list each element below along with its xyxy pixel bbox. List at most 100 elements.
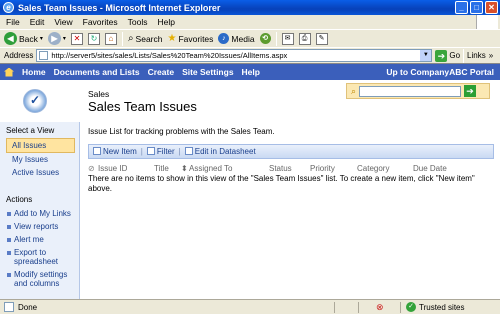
nav-help[interactable]: Help — [242, 67, 260, 77]
home-icon — [4, 67, 14, 77]
address-dropdown-icon[interactable]: ▼ — [420, 50, 432, 61]
links-button[interactable]: Links — [467, 51, 486, 60]
nav-home[interactable]: Home — [22, 67, 46, 77]
main-content: Issue List for tracking problems with th… — [88, 122, 494, 299]
edit-in-datasheet-button[interactable]: Edit in Datasheet — [184, 147, 256, 156]
filter-button[interactable]: Filter — [146, 147, 175, 156]
actions-header: Actions — [6, 195, 33, 204]
page-icon — [39, 51, 49, 60]
bullet-icon — [7, 212, 11, 216]
menu-bar: File Edit View Favorites Tools Help — [0, 15, 500, 29]
popup-blocked-icon: ⊗ — [376, 302, 384, 312]
column-due-date[interactable]: Due Date — [413, 164, 461, 173]
media-button[interactable]: ♪ Media — [218, 33, 255, 44]
menu-view[interactable]: View — [54, 17, 72, 27]
maximize-button[interactable]: □ — [470, 1, 483, 14]
forward-button[interactable]: ▶ ▾ — [47, 32, 66, 45]
view-all-issues[interactable]: All Issues — [6, 138, 75, 153]
address-input[interactable]: http://server5/sites/sales/Lists/Sales%2… — [36, 49, 433, 62]
window-titlebar: e Sales Team Issues - Microsoft Internet… — [0, 0, 500, 15]
action-alert-me[interactable]: Alert me — [0, 233, 79, 246]
close-button[interactable]: ✕ — [485, 1, 498, 14]
media-icon: ♪ — [218, 33, 230, 44]
page-title: Sales Team Issues — [88, 99, 197, 114]
portal-link[interactable]: Up to CompanyABC Portal — [386, 67, 494, 77]
sort-icon: ⬍ — [181, 164, 188, 173]
view-my-issues[interactable]: My Issues — [0, 153, 79, 166]
search-icon: ⌕ — [127, 33, 134, 44]
windows-logo-icon — [476, 15, 498, 29]
nav-documents-and-lists[interactable]: Documents and Lists — [54, 67, 140, 77]
datasheet-icon — [184, 147, 193, 155]
attachment-icon: ⊘ — [88, 164, 95, 173]
action-view-reports[interactable]: View reports — [0, 220, 79, 233]
refresh-icon[interactable]: ↻ — [87, 32, 100, 45]
security-zone: ✓ Trusted sites — [406, 302, 465, 312]
column-headers: ⊘ Issue ID Title ⬍ Assigned To Status Pr… — [88, 163, 494, 174]
menu-favorites[interactable]: Favorites — [83, 17, 118, 27]
column-priority[interactable]: Priority — [310, 164, 357, 173]
mail-icon[interactable]: ✉ — [281, 32, 294, 45]
issues-list-icon — [23, 89, 47, 113]
action-modify-settings[interactable]: Modify settings and columns — [0, 268, 79, 290]
search-button[interactable]: ⌕ Search — [128, 33, 163, 44]
print-icon[interactable]: ⎙ — [298, 32, 311, 45]
browser-toolbar: ◀ Back ▾ ▶ ▾ ✕ ↻ ⌂ ⌕ Search ★ Favorites … — [0, 29, 500, 47]
new-item-icon — [93, 147, 101, 155]
address-url: http://server5/sites/sales/Lists/Sales%2… — [51, 51, 288, 60]
page-header: Sales Sales Team Issues ⌕ ➔ — [0, 80, 500, 122]
column-status[interactable]: Status — [269, 164, 310, 173]
column-assigned-to[interactable]: Assigned To — [189, 164, 269, 173]
nav-create[interactable]: Create — [148, 67, 174, 77]
filter-icon — [146, 147, 155, 155]
bullet-icon — [7, 251, 11, 255]
search-go-button[interactable]: ➔ — [464, 85, 477, 97]
back-button[interactable]: ◀ Back ▾ — [4, 32, 43, 45]
chevron-right-icon[interactable]: » — [489, 51, 493, 60]
history-icon[interactable]: ⟲ — [259, 33, 271, 44]
menu-file[interactable]: File — [6, 17, 20, 27]
toolbar-separator — [275, 31, 277, 46]
left-navigation: Select a View All Issues My Issues Activ… — [0, 122, 80, 299]
search-icon: ⌕ — [351, 85, 357, 96]
bullet-icon — [7, 238, 11, 242]
address-label: Address — [4, 51, 34, 60]
view-active-issues[interactable]: Active Issues — [0, 166, 79, 179]
edit-icon[interactable]: ✎ — [315, 32, 328, 45]
toolbar-separator — [121, 31, 123, 46]
star-icon: ★ — [167, 33, 177, 44]
action-export-to-spreadsheet[interactable]: Export to spreadsheet — [0, 246, 79, 268]
status-bar: Done ⊗ ✓ Trusted sites — [0, 299, 500, 314]
menu-tools[interactable]: Tools — [128, 17, 148, 27]
new-item-button[interactable]: New Item — [93, 147, 137, 156]
menu-help[interactable]: Help — [157, 17, 174, 27]
search-box: ⌕ ➔ — [346, 83, 490, 99]
favorites-button[interactable]: ★ Favorites — [167, 33, 213, 44]
select-view-header: Select a View — [6, 126, 55, 135]
go-arrow-icon: ➔ — [435, 49, 448, 62]
window-title: Sales Team Issues - Microsoft Internet E… — [18, 2, 221, 13]
stop-icon[interactable]: ✕ — [70, 32, 83, 45]
list-toolbar: New Item | Filter | Edit in Datasheet — [88, 144, 494, 159]
page-content: Home Documents and Lists Create Site Set… — [0, 63, 500, 299]
top-navigation: Home Documents and Lists Create Site Set… — [0, 64, 500, 80]
column-category[interactable]: Category — [357, 164, 413, 173]
column-issue-id[interactable]: Issue ID — [98, 164, 154, 173]
nav-site-settings[interactable]: Site Settings — [182, 67, 233, 77]
search-input[interactable] — [359, 85, 462, 97]
back-arrow-icon: ◀ — [4, 32, 17, 45]
minimize-button[interactable]: _ — [455, 1, 468, 14]
bullet-icon — [7, 225, 11, 229]
empty-list-message: There are no items to show in this view … — [88, 174, 475, 193]
menu-edit[interactable]: Edit — [30, 17, 45, 27]
home-icon[interactable]: ⌂ — [104, 32, 117, 45]
status-text: Done — [18, 302, 38, 312]
toolbar-separator — [463, 48, 465, 63]
go-button[interactable]: ➔ Go — [435, 49, 460, 62]
forward-arrow-icon: ▶ — [47, 32, 61, 45]
site-name: Sales — [88, 89, 110, 99]
trusted-sites-icon: ✓ — [406, 302, 416, 312]
action-add-to-my-links[interactable]: Add to My Links — [0, 207, 79, 220]
address-bar: Address http://server5/sites/sales/Lists… — [0, 47, 500, 63]
column-title[interactable]: Title — [154, 164, 181, 173]
